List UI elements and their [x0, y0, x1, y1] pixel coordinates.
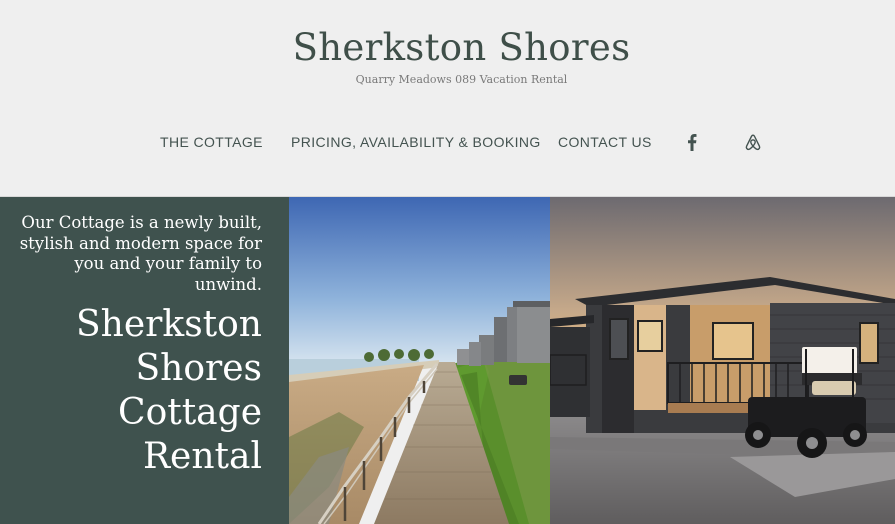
- hero-title-line: Sherkston: [76, 304, 262, 345]
- site-subtitle: Quarry Meadows 089 Vacation Rental: [355, 73, 568, 86]
- facebook-icon-glyph: [688, 133, 697, 151]
- site-header: Sherkston Shores Quarry Meadows 089 Vaca…: [0, 0, 895, 197]
- cottage-golf-cart-photo: [550, 197, 895, 524]
- site-title[interactable]: Sherkston Shores: [0, 26, 895, 69]
- hero-tagline: Our Cottage is a newly built, stylish an…: [19, 213, 262, 294]
- hero-text-panel: Our Cottage is a newly built, stylish an…: [0, 197, 289, 524]
- boardwalk-beach-illustration: [289, 197, 550, 524]
- hero-title-line: Rental: [142, 436, 262, 477]
- nav-item-pricing[interactable]: PRICING, AVAILABILITY & BOOKING: [291, 134, 541, 150]
- hero-title-line: Shores: [135, 348, 262, 389]
- boardwalk-beach-photo: [289, 197, 550, 524]
- facebook-icon[interactable]: [683, 132, 701, 152]
- nav-item-the-cottage[interactable]: THE COTTAGE: [160, 134, 263, 150]
- hero-title-line: Cottage: [118, 392, 262, 433]
- airbnb-icon-glyph: [745, 134, 761, 150]
- hero-section: Our Cottage is a newly built, stylish an…: [0, 197, 895, 524]
- nav-item-contact-us[interactable]: CONTACT US: [558, 134, 652, 150]
- hero-title: Sherkston Shores Cottage Rental: [7, 303, 262, 479]
- cottage-illustration: [550, 197, 895, 524]
- airbnb-icon[interactable]: [744, 132, 762, 152]
